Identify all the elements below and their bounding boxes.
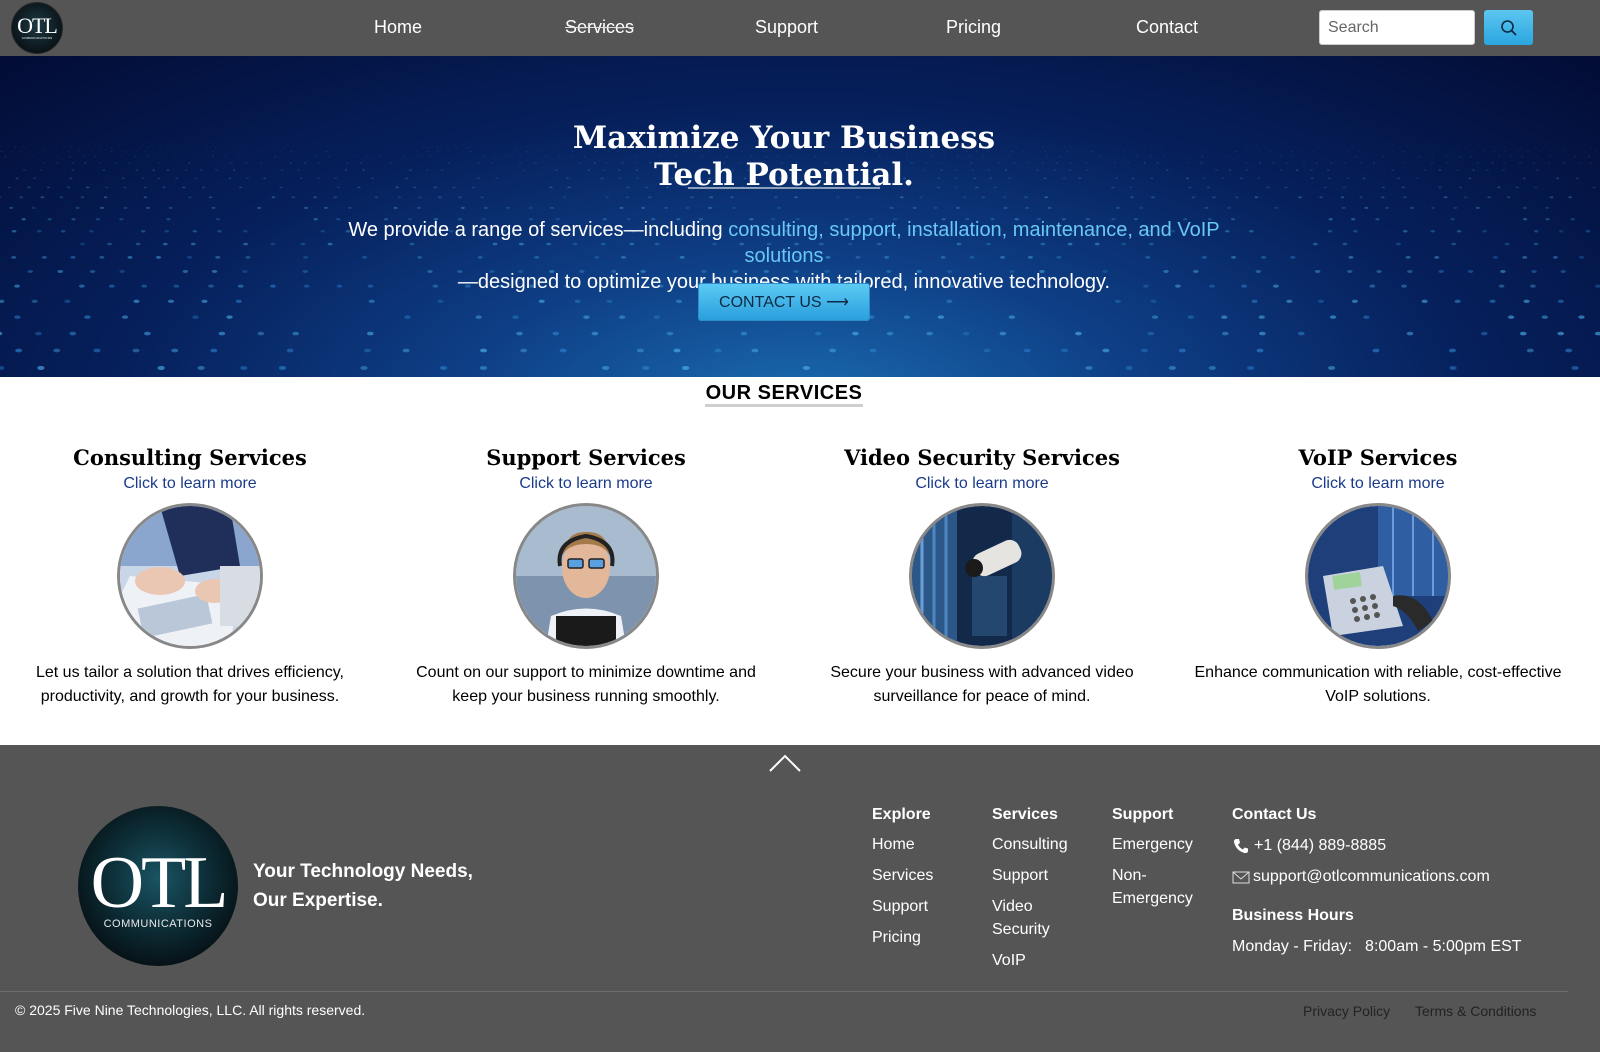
- service-description: Let us tailor a solution that drives eff…: [35, 664, 344, 705]
- tagline-line2: Our Expertise.: [253, 890, 383, 911]
- footer-link-services[interactable]: Services: [872, 864, 933, 887]
- nav-link-pricing[interactable]: Pricing: [946, 17, 1001, 38]
- service-card-video-security: Video Security Services Click to learn m…: [784, 444, 1180, 709]
- footer-link-consulting[interactable]: Consulting: [992, 833, 1082, 856]
- footer-link-non-emergency[interactable]: Non-Emergency: [1112, 864, 1193, 910]
- learn-more-link[interactable]: Click to learn more: [388, 473, 784, 495]
- hours-time: 8:00am - 5:00pm EST: [1365, 938, 1522, 955]
- nav-link-support[interactable]: Support: [755, 17, 818, 38]
- hero-title-line1: Maximize Your Business: [572, 120, 996, 156]
- top-navbar: OTL COMMUNICATIONS Home Services Support…: [0, 0, 1600, 56]
- consulting-image[interactable]: [117, 503, 263, 649]
- mail-icon: [1232, 871, 1250, 884]
- hero-desc-part1: We provide a range of services—including: [348, 219, 729, 241]
- business-hours: Monday - Friday: 8:00am - 5:00pm EST: [1232, 937, 1522, 957]
- learn-more-link[interactable]: Click to learn more: [0, 473, 388, 495]
- support-heading: Support: [1112, 806, 1174, 823]
- footer-link-support[interactable]: Support: [872, 895, 933, 918]
- site-footer: OTL COMMUNICATIONS Your Technology Needs…: [0, 745, 1600, 1052]
- hero-title: Maximize Your Business Tech Potential.: [0, 120, 1568, 194]
- footer-link-pricing[interactable]: Pricing: [872, 926, 933, 949]
- support-image[interactable]: [513, 503, 659, 649]
- footer-link-voip[interactable]: VoIP: [992, 949, 1082, 972]
- footer-tagline: Your Technology Needs, Our Expertise.: [253, 857, 473, 915]
- contact-phone[interactable]: +1 (844) 889-8885: [1232, 836, 1522, 856]
- footer-contact-column: Contact Us +1 (844) 889-8885 support@otl…: [1232, 805, 1522, 957]
- footer-link-video-security[interactable]: Video Security: [992, 895, 1052, 941]
- service-title: Support Services: [486, 445, 686, 470]
- nav-link-home[interactable]: Home: [374, 17, 422, 38]
- terms-conditions-link[interactable]: Terms & Conditions: [1415, 1003, 1536, 1019]
- services-heading: Services: [992, 806, 1058, 823]
- voip-image[interactable]: [1305, 503, 1451, 649]
- email-address: support@otlcommunications.com: [1253, 868, 1490, 885]
- service-card-consulting: Consulting Services Click to learn more …: [0, 444, 388, 709]
- search-input[interactable]: [1319, 10, 1475, 45]
- phone-number: +1 (844) 889-8885: [1254, 837, 1387, 854]
- footer-logo-subtext: COMMUNICATIONS: [103, 918, 213, 930]
- privacy-policy-link[interactable]: Privacy Policy: [1303, 1003, 1390, 1019]
- footer-explore-column: Explore Home Services Support Pricing: [872, 805, 933, 949]
- services-heading: OUR SERVICES: [705, 382, 863, 404]
- logo-subtext: COMMUNICATIONS: [21, 36, 53, 40]
- service-card-support: Support Services Click to learn more Cou…: [388, 444, 784, 709]
- footer-otl-logo: OTL COMMUNICATIONS: [78, 806, 238, 966]
- explore-heading: Explore: [872, 806, 931, 823]
- phone-icon: [1233, 839, 1248, 854]
- video-security-illustration: [912, 506, 1052, 646]
- learn-more-link[interactable]: Click to learn more: [784, 473, 1180, 495]
- nav-link-contact[interactable]: Contact: [1136, 17, 1198, 38]
- service-description: Secure your business with advanced video…: [830, 664, 1134, 705]
- business-hours-heading: Business Hours: [1232, 907, 1354, 924]
- contact-us-button[interactable]: CONTACT US ⟶: [698, 283, 870, 321]
- consulting-illustration: [120, 506, 260, 646]
- otl-logo[interactable]: OTL COMMUNICATIONS: [11, 2, 63, 54]
- footer-link-emergency[interactable]: Emergency: [1112, 833, 1202, 856]
- voip-illustration: [1308, 506, 1448, 646]
- service-title: VoIP Services: [1298, 445, 1458, 470]
- footer-services-column: Services Consulting Support Video Securi…: [992, 805, 1082, 972]
- footer-support-column: Support Emergency Non-Emergency: [1112, 805, 1202, 910]
- hero-desc-highlight: consulting, support, installation, maint…: [728, 219, 1220, 267]
- service-description: Enhance communication with reliable, cos…: [1194, 664, 1562, 705]
- video-security-image[interactable]: [909, 503, 1055, 649]
- search-icon: [1500, 19, 1517, 36]
- service-title: Video Security Services: [844, 445, 1120, 470]
- service-title: Consulting Services: [73, 445, 307, 470]
- service-card-voip: VoIP Services Click to learn more Enhanc…: [1180, 444, 1576, 709]
- footer-logo-text: OTL: [90, 842, 229, 924]
- service-description: Count on our support to minimize downtim…: [416, 664, 756, 705]
- contact-email[interactable]: support@otlcommunications.com: [1232, 867, 1522, 887]
- footer-link-support-service[interactable]: Support: [992, 864, 1082, 887]
- hero-title-underline: [688, 187, 880, 189]
- footer-link-home[interactable]: Home: [872, 833, 933, 856]
- contact-heading: Contact Us: [1232, 806, 1317, 823]
- copyright-text: © 2025 Five Nine Technologies, LLC. All …: [15, 1002, 366, 1018]
- hours-days: Monday - Friday:: [1232, 938, 1353, 955]
- tagline-line1: Your Technology Needs,: [253, 861, 473, 882]
- back-to-top-chevron-up-icon[interactable]: [768, 753, 802, 773]
- logo-text: OTL: [17, 13, 58, 38]
- support-illustration: [516, 506, 656, 646]
- hero-section: Maximize Your Business Tech Potential. W…: [0, 56, 1600, 377]
- learn-more-link[interactable]: Click to learn more: [1180, 473, 1576, 495]
- search-button[interactable]: [1484, 10, 1533, 45]
- nav-link-services[interactable]: Services: [565, 17, 634, 38]
- footer-divider: [0, 991, 1568, 992]
- services-heading-underline: [705, 404, 863, 407]
